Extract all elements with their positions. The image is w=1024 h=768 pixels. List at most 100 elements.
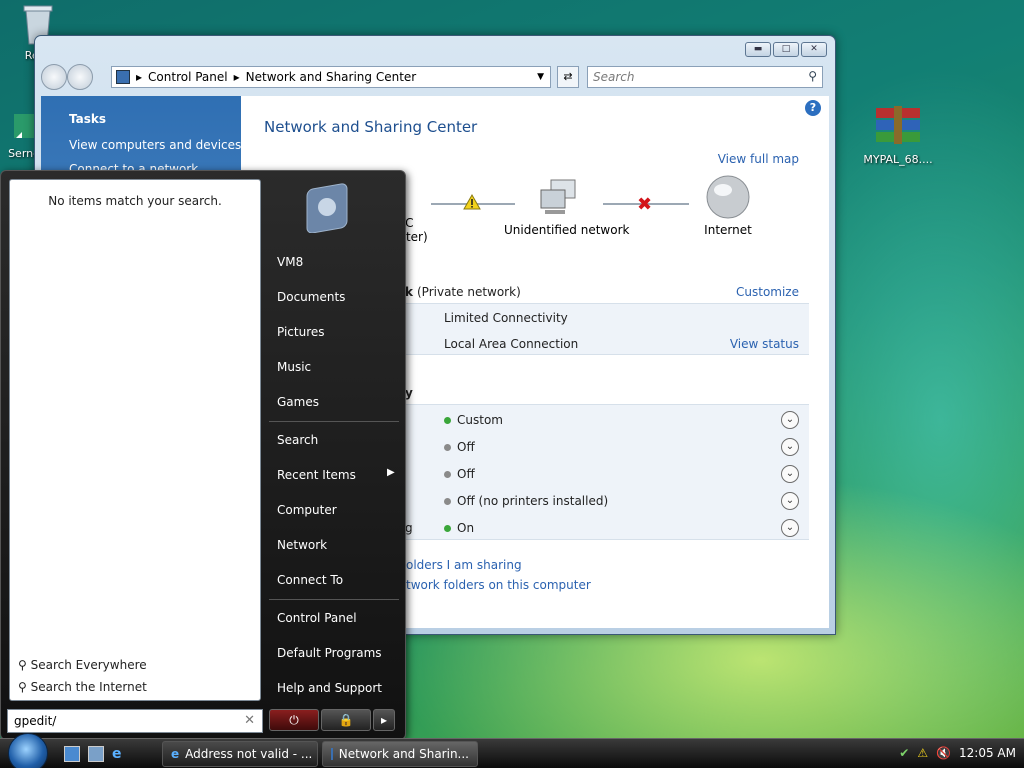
start-item-network[interactable]: Network [277,538,327,552]
control-panel-icon [331,748,333,760]
winrar-archive-label: MYPAL_68.... [863,153,933,166]
search-icon: ⚲ [18,680,27,694]
search-internet-label: Search the Internet [30,680,147,694]
sharing-status: Off [444,467,475,481]
start-item-control-panel[interactable]: Control Panel [277,611,357,625]
status-dot-icon [444,417,451,424]
search-icon: ⚲ [18,658,27,672]
start-item-connect-to[interactable]: Connect To [277,573,343,587]
status-dot-icon [444,444,451,451]
help-icon[interactable]: ? [805,100,821,116]
start-item-help-support[interactable]: Help and Support [277,681,382,695]
breadcrumb-network-sharing[interactable]: Network and Sharing Center [246,70,417,84]
start-item-music[interactable]: Music [277,360,311,374]
volume-muted-icon[interactable]: 🔇 [936,746,951,760]
sharing-status: Off (no printers installed) [444,494,608,508]
forward-button[interactable] [67,64,93,90]
network-type: (Private network) [417,285,521,299]
start-menu-results: No items match your search. ⚲ Search Eve… [9,179,261,701]
expand-chevron-icon[interactable]: ⌄ [781,411,799,429]
switch-windows-icon[interactable] [88,746,104,762]
minimize-button[interactable]: ▬ [745,42,771,57]
task-view-computers[interactable]: View computers and devices [69,138,241,152]
clock[interactable]: 12:05 AM [959,746,1016,760]
expand-chevron-icon[interactable]: ⌄ [781,492,799,510]
back-button[interactable] [41,64,67,90]
view-full-map-link[interactable]: View full map [718,152,799,166]
start-item-search[interactable]: Search [277,433,318,447]
winrar-archive-icon[interactable]: MYPAL_68.... [856,104,940,166]
shutdown-options-arrow-icon[interactable]: ▸ [373,709,395,731]
start-item-pictures[interactable]: Pictures [277,325,325,339]
start-item-recent-items[interactable]: Recent Items [277,468,356,482]
sharing-settings-panel: Custom ⌄ Off ⌄ Off ⌄ Off (no printers in… [401,404,809,540]
internet-explorer-icon: e [171,747,180,761]
show-shared-folders-link[interactable]: olders I am sharing [406,558,522,572]
start-orb-button[interactable] [8,733,48,768]
start-search-input[interactable]: gpedit/ ✕ [7,709,263,733]
page-title: Network and Sharing Center [264,118,478,136]
maximize-button[interactable]: □ [773,42,799,57]
disconnected-x-icon[interactable]: ✖ [637,194,652,215]
refresh-button[interactable]: ⇄ [557,66,579,88]
sharing-row-label: g [405,521,413,535]
start-search-value: gpedit/ [14,714,57,728]
start-item-default-programs[interactable]: Default Programs [277,646,382,660]
expand-chevron-icon[interactable]: ⌄ [781,438,799,456]
no-results-message: No items match your search. [48,194,222,208]
internet-explorer-icon[interactable]: e [112,746,128,762]
power-button[interactable]: ⏻ [269,709,319,731]
sharing-discovery-heading: y [405,386,413,400]
show-desktop-icon[interactable] [64,746,80,762]
search-input[interactable]: Search ⚲ [587,66,823,88]
sharing-status-text: Custom [457,413,503,427]
start-menu: No items match your search. ⚲ Search Eve… [0,170,406,740]
taskbar-button-ie-label: Address not valid - ... [185,747,313,761]
address-bar[interactable]: ▸ Control Panel ▸ Network and Sharing Ce… [111,66,551,88]
system-tray: ✔ ⚠ 🔇 12:05 AM [899,746,1016,760]
control-panel-icon [116,70,130,84]
start-item-documents[interactable]: Documents [277,290,345,304]
taskbar-button-network[interactable]: Network and Sharin... [322,741,478,767]
unidentified-network-label: Unidentified network [504,223,630,237]
sharing-status-text: Off (no printers installed) [457,494,609,508]
search-everywhere-label: Search Everywhere [30,658,147,672]
customize-link[interactable]: Customize [736,285,799,299]
access-value: Limited Connectivity [444,311,568,325]
internet-globe-icon [706,175,750,219]
view-status-link[interactable]: View status [730,337,799,351]
start-item-computer[interactable]: Computer [277,503,337,517]
breadcrumb-control-panel[interactable]: Control Panel [148,70,228,84]
close-button[interactable]: ✕ [801,42,827,57]
user-picture[interactable] [301,177,357,234]
network-name-heading: k [405,285,413,299]
breadcrumb-separator-icon: ▸ [136,70,143,84]
window-controls: ▬ □ ✕ [745,42,827,57]
search-icon[interactable]: ⚲ [808,69,817,83]
expand-chevron-icon[interactable]: ⌄ [781,465,799,483]
unidentified-network-node[interactable]: Unidentified network [504,178,630,237]
taskbar-button-ie[interactable]: e Address not valid - ... [162,741,318,767]
address-dropdown-icon[interactable]: ▼ [537,72,544,82]
start-menu-separator [269,421,399,422]
sharing-status: Off [444,440,475,454]
lock-button[interactable]: 🔒 [321,709,371,731]
expand-chevron-icon[interactable]: ⌄ [781,519,799,537]
search-internet-option[interactable]: ⚲ Search the Internet [18,680,147,694]
submenu-arrow-icon: ▶ [387,467,395,478]
internet-node[interactable]: Internet [703,174,753,237]
network-computers-icon [540,179,576,214]
show-network-folders-link[interactable]: twork folders on this computer [406,578,591,592]
search-everywhere-option[interactable]: ⚲ Search Everywhere [18,658,147,672]
sharing-status-text: On [457,521,475,535]
taskbar: e e Address not valid - ... Network and … [0,733,1024,768]
clear-search-icon[interactable]: ✕ [244,713,255,728]
warning-icon[interactable] [463,193,481,213]
breadcrumb-separator-icon: ▸ [233,70,240,84]
sharing-status-text: Off [457,467,475,481]
network-warning-icon[interactable]: ⚠ [917,746,928,760]
start-item-games[interactable]: Games [277,395,319,409]
start-item-vm8[interactable]: VM8 [277,255,303,269]
safely-remove-icon[interactable]: ✔ [899,746,909,760]
sharing-status: On [444,521,474,535]
